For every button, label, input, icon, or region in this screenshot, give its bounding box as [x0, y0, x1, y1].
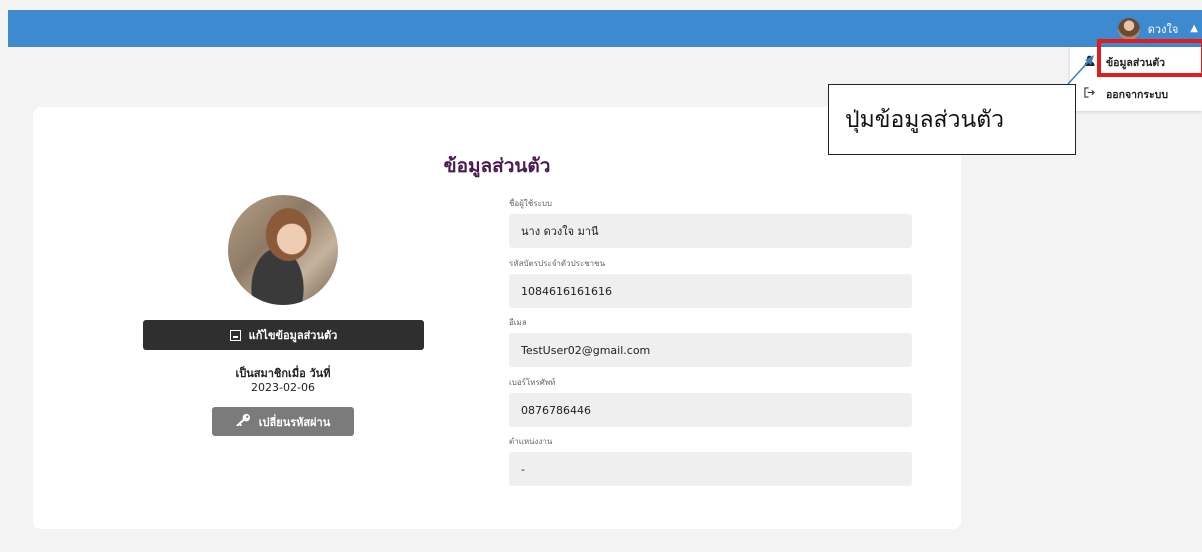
annotation-arrow-icon [1067, 55, 1094, 85]
menu-item-logout-label: ออกจากระบบ [1106, 88, 1168, 101]
field-id-card: 1084616161616 [509, 274, 912, 308]
profile-avatar [228, 195, 338, 305]
user-name[interactable]: ดวงใจ [1148, 20, 1179, 38]
change-password-label: เปลี่ยนรหัสผ่าน [258, 415, 331, 429]
id-card-icon [229, 329, 241, 341]
member-since-date: 2023-02-06 [251, 381, 315, 394]
caret-up-icon[interactable]: ▲ [1190, 23, 1198, 34]
annotation-callout: ปุ่มข้อมูลส่วนตัว [828, 84, 1076, 155]
user-menu-toggle[interactable]: ดวงใจ ▲ [1117, 10, 1202, 47]
field-label-username: ชื่อผู้ใช้ระบบ [509, 199, 553, 208]
field-label-position: ตำแหน่งงาน [509, 437, 553, 446]
change-password-button[interactable]: เปลี่ยนรหัสผ่าน [212, 407, 354, 436]
field-username: นาง ดวงใจ มานี [509, 214, 912, 248]
field-label-phone: เบอร์โทรศัพท์ [509, 378, 556, 387]
field-label-id-card: รหัสบัตรประจำตัวประชาชน [509, 259, 606, 268]
field-email: TestUser02@gmail.com [509, 333, 912, 367]
profile-card: ข้อมูลส่วนตัว แก้ไขข้อมูลส่วนตัว เป็นสมา… [33, 107, 961, 529]
top-navbar: ดวงใจ ▲ [8, 10, 1202, 47]
user-avatar-icon[interactable] [1117, 17, 1140, 40]
edit-profile-label: แก้ไขข้อมูลส่วนตัว [248, 329, 338, 342]
menu-item-profile-label: ข้อมูลส่วนตัว [1106, 56, 1166, 69]
field-position: - [509, 452, 912, 486]
edit-profile-button[interactable]: แก้ไขข้อมูลส่วนตัว [143, 320, 424, 350]
key-icon [236, 413, 251, 430]
member-since-label: เป็นสมาชิกเมื่อ วันที่ [235, 367, 331, 380]
field-label-email: อีเมล [509, 318, 527, 327]
logout-icon [1082, 87, 1096, 101]
page-title: ข้อมูลส่วนตัว [443, 155, 551, 177]
field-phone: 0876786446 [509, 393, 912, 427]
